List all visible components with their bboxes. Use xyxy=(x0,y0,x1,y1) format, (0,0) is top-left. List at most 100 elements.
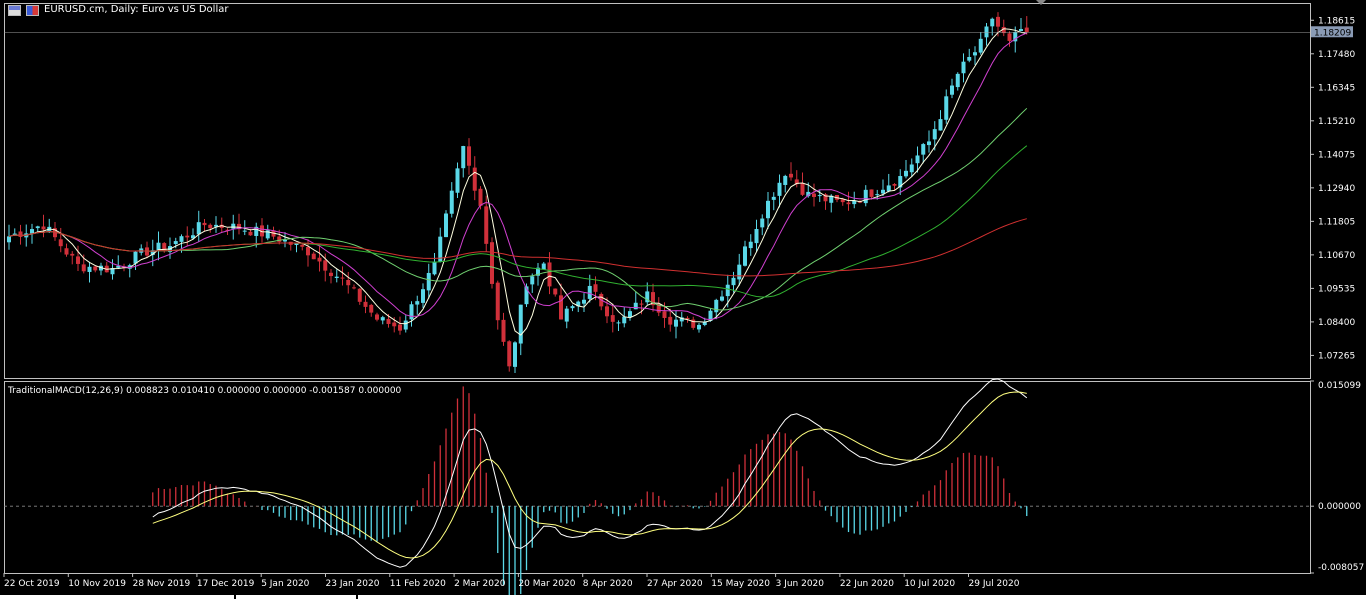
candle-body xyxy=(927,141,931,146)
date-tick-label: 5 Jan 2020 xyxy=(261,579,309,589)
candle-body xyxy=(662,311,667,318)
candle-body xyxy=(892,183,897,186)
candle-body xyxy=(547,262,552,287)
date-tick-label: 17 Dec 2019 xyxy=(197,579,255,589)
candle-body xyxy=(593,284,598,292)
shift-marker-icon xyxy=(1036,0,1046,5)
price-tick-label: 1.09535 xyxy=(1318,284,1355,294)
price-tick-label: 1.18615 xyxy=(1318,16,1355,26)
candle-body xyxy=(587,285,592,299)
moving-average-30-line xyxy=(8,107,1028,311)
candle-body xyxy=(564,308,569,322)
candle-body xyxy=(490,242,494,284)
candle-body xyxy=(334,276,339,278)
candle-body xyxy=(541,263,546,270)
price-tick-label: 1.07265 xyxy=(1318,351,1355,361)
candle-body xyxy=(915,155,920,164)
candle-body xyxy=(955,73,960,88)
candle-body xyxy=(7,236,11,243)
candle-body xyxy=(248,231,253,236)
candle-body xyxy=(628,311,632,318)
candle-body xyxy=(231,223,236,229)
candle-body xyxy=(70,253,75,256)
candle-body xyxy=(921,144,926,155)
candle-body xyxy=(685,317,690,319)
candle-body xyxy=(317,257,322,262)
date-tick-label: 27 Apr 2020 xyxy=(647,579,703,589)
candle-body xyxy=(869,189,874,197)
date-tick-label: 29 Jul 2020 xyxy=(969,579,1020,589)
date-tick-label: 28 Nov 2019 xyxy=(133,579,191,589)
candle-body xyxy=(748,241,753,249)
candle-body xyxy=(242,230,247,232)
candle-body xyxy=(403,320,408,330)
candle-body xyxy=(984,26,989,38)
date-tick-label: 22 Oct 2019 xyxy=(4,579,60,589)
candles-group xyxy=(7,12,1029,374)
candle-body xyxy=(674,319,678,327)
candle-body xyxy=(725,284,730,297)
candle-body xyxy=(668,316,673,325)
candle-body xyxy=(202,222,207,226)
candle-body xyxy=(369,304,374,313)
candle-body xyxy=(771,196,776,200)
candle-body xyxy=(432,261,437,275)
candle-body xyxy=(817,195,822,197)
status-bar-divider xyxy=(356,595,358,599)
candle-body xyxy=(789,173,793,178)
candle-body xyxy=(938,119,943,131)
candle-body xyxy=(783,175,788,185)
candle-body xyxy=(904,170,908,177)
macd-histogram xyxy=(152,386,1028,599)
candle-body xyxy=(909,164,914,173)
candle-body xyxy=(386,318,391,324)
price-tick-label: 1.17480 xyxy=(1318,50,1355,60)
candle-body xyxy=(64,248,69,255)
candle-body xyxy=(352,287,356,289)
candle-body xyxy=(455,168,460,193)
price-tick-label: 1.16345 xyxy=(1318,83,1355,93)
status-bar xyxy=(0,595,1366,599)
flag-icon xyxy=(26,5,39,16)
candle-body xyxy=(1019,29,1023,32)
candle-body xyxy=(950,85,954,95)
date-tick-label: 10 Jul 2020 xyxy=(904,579,955,589)
candle-body xyxy=(743,246,747,266)
candle-body xyxy=(501,319,506,342)
candle-body xyxy=(570,306,575,309)
candle-body xyxy=(363,301,368,307)
candle-body xyxy=(633,302,638,310)
candle-body xyxy=(996,16,1000,27)
candle-body xyxy=(777,182,782,196)
candle-body xyxy=(392,322,397,327)
candle-body xyxy=(409,304,414,320)
candle-body xyxy=(41,226,46,230)
candle-body xyxy=(398,324,402,331)
macd-line xyxy=(152,378,1028,568)
candle-body xyxy=(323,260,328,271)
candle-body xyxy=(426,272,431,291)
chart-symbol-title: EURUSD.cm, Daily: Euro vs US Dollar xyxy=(44,4,229,15)
candle-body xyxy=(961,61,966,74)
candle-body xyxy=(484,206,489,244)
macd-tick-label: -0.008057 xyxy=(1318,563,1364,573)
candle-body xyxy=(553,288,558,295)
date-tick-label: 23 Jan 2020 xyxy=(326,579,380,589)
candle-body xyxy=(449,190,454,214)
macd-tick-label: 0.000000 xyxy=(1318,502,1361,512)
candle-body xyxy=(530,276,535,285)
candle-body xyxy=(467,146,471,166)
candle-body xyxy=(311,253,316,260)
price-chart[interactable]: 1.18209 1.18615 1.17480 1.16345 1.15210 1.140… xyxy=(0,0,1366,599)
candle-body xyxy=(737,264,742,280)
date-tick-label: 8 Apr 2020 xyxy=(583,579,633,589)
candle-body xyxy=(863,189,868,204)
macd-panel-frame xyxy=(4,381,1311,574)
price-tick-label: 1.12940 xyxy=(1318,184,1355,194)
candle-body xyxy=(720,296,724,301)
candle-body xyxy=(1007,33,1012,41)
price-tick-label: 1.10670 xyxy=(1318,251,1355,261)
macd-signal-line xyxy=(152,391,1027,559)
candle-body xyxy=(421,289,425,303)
candle-body xyxy=(760,218,765,228)
